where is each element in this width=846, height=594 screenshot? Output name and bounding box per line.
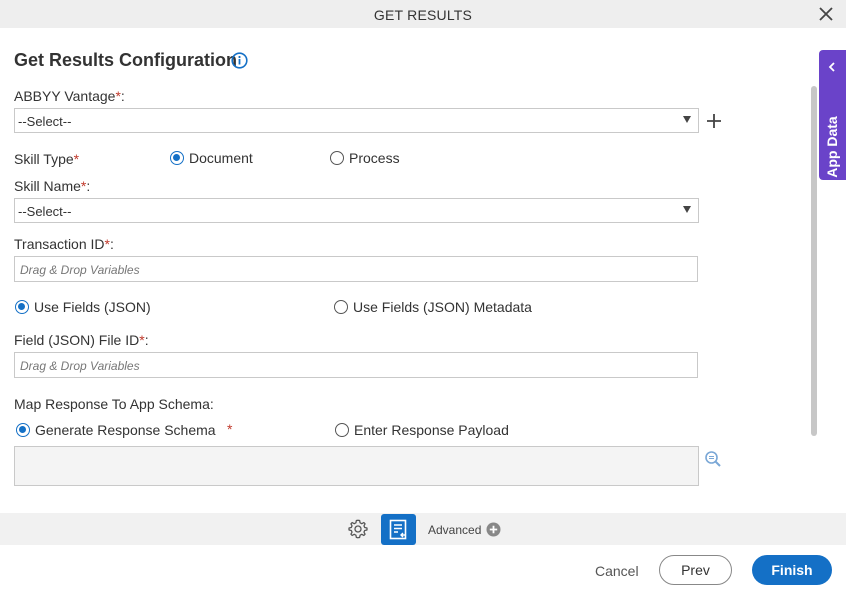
info-icon[interactable] xyxy=(231,52,248,69)
use-fields-json-radio[interactable]: Use Fields (JSON) xyxy=(15,299,151,315)
radio-unselected-icon xyxy=(330,151,344,165)
vertical-scrollbar[interactable] xyxy=(811,86,817,436)
schema-search-icon[interactable] xyxy=(704,450,722,468)
enter-response-payload-radio[interactable]: Enter Response Payload xyxy=(335,422,509,438)
dialog-title: GET RESULTS xyxy=(373,7,473,23)
cancel-button[interactable]: Cancel xyxy=(595,563,639,579)
abbyy-vantage-label: ABBYY Vantage*: xyxy=(14,88,125,104)
generate-response-schema-radio[interactable]: Generate Response Schema xyxy=(16,422,216,438)
plus-circle-icon[interactable] xyxy=(486,522,501,537)
close-icon[interactable] xyxy=(818,6,834,22)
dialog-footer: Cancel Prev Finish xyxy=(0,545,846,594)
advanced-label[interactable]: Advanced xyxy=(428,523,481,537)
dropdown-arrow-icon xyxy=(683,116,691,123)
form-content: Get Results Configuration ABBYY Vantage*… xyxy=(0,28,846,513)
abbyy-vantage-value: --Select-- xyxy=(18,114,72,129)
app-data-panel-toggle[interactable]: App Data xyxy=(819,50,846,180)
map-response-label: Map Response To App Schema: xyxy=(14,396,214,412)
skill-name-select[interactable]: --Select-- xyxy=(14,198,699,223)
response-schema-box[interactable] xyxy=(14,446,699,486)
use-fields-json-metadata-radio[interactable]: Use Fields (JSON) Metadata xyxy=(334,299,532,315)
skill-type-label: Skill Type* xyxy=(14,151,80,167)
finish-button[interactable]: Finish xyxy=(752,555,832,585)
radio-unselected-icon xyxy=(334,300,348,314)
skill-type-document-radio[interactable]: Document xyxy=(170,150,253,166)
document-settings-button[interactable] xyxy=(381,514,416,545)
dialog-titlebar: GET RESULTS xyxy=(0,0,846,28)
gear-icon[interactable] xyxy=(347,518,369,540)
skill-name-value: --Select-- xyxy=(18,204,72,219)
skill-type-process-radio[interactable]: Process xyxy=(330,150,400,166)
transaction-id-input[interactable]: Drag & Drop Variables xyxy=(14,256,698,282)
required-mark: * xyxy=(227,421,233,437)
add-connection-icon[interactable] xyxy=(705,112,723,130)
field-file-id-label: Field (JSON) File ID*: xyxy=(14,332,149,348)
app-data-label: App Data xyxy=(824,116,840,178)
document-icon xyxy=(389,519,407,540)
radio-selected-icon xyxy=(170,151,184,165)
prev-button[interactable]: Prev xyxy=(659,555,732,585)
bottom-toolbar: Advanced xyxy=(0,513,846,545)
chevron-left-icon xyxy=(828,62,835,72)
radio-selected-icon xyxy=(15,300,29,314)
transaction-id-label: Transaction ID*: xyxy=(14,236,114,252)
dropdown-arrow-icon xyxy=(683,206,691,213)
skill-name-label: Skill Name*: xyxy=(14,178,91,194)
abbyy-vantage-select[interactable]: --Select-- xyxy=(14,108,699,133)
field-file-id-input[interactable]: Drag & Drop Variables xyxy=(14,352,698,378)
radio-unselected-icon xyxy=(335,423,349,437)
page-title: Get Results Configuration xyxy=(14,50,238,70)
radio-selected-icon xyxy=(16,423,30,437)
